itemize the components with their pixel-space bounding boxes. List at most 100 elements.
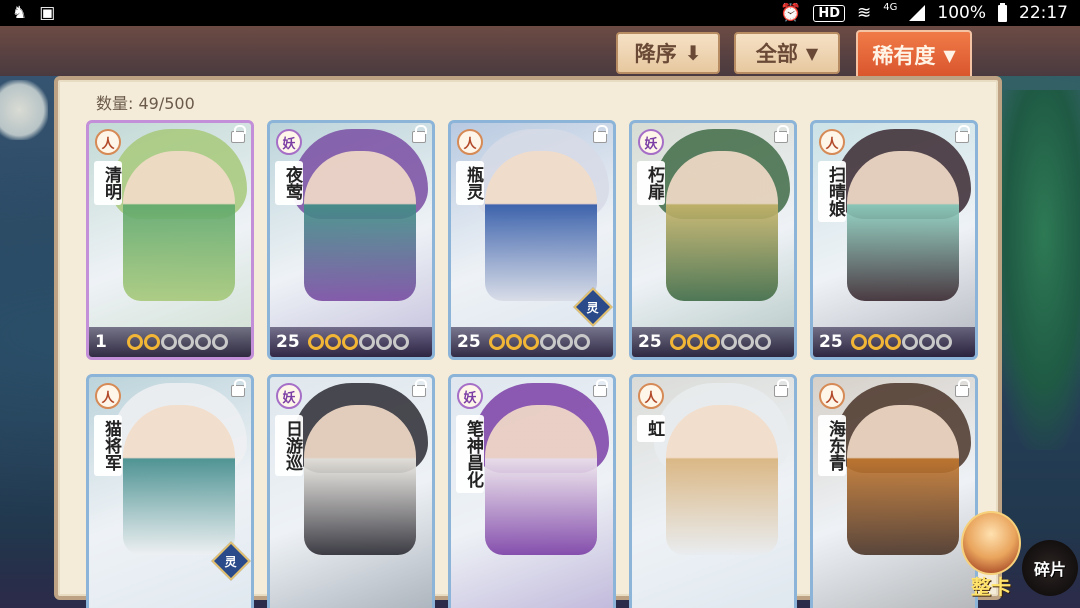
lock-icon[interactable] [774,125,789,143]
star-icon [687,334,703,350]
type-badge: 人 [819,383,845,409]
ling-label: 灵 [586,300,600,315]
signal-icon [909,5,926,21]
card-footer: 25 [813,327,975,357]
star-icon [704,334,720,350]
type-badge: 人 [95,129,121,155]
card-portrait-art [632,377,794,608]
lock-icon[interactable] [955,379,970,397]
shikigami-card[interactable]: 妖朽扉 25 [629,120,797,360]
type-badge: 妖 [276,129,302,155]
star-icon [721,334,737,350]
hd-badge: HD [813,4,846,22]
shikigami-card[interactable]: 人瓶灵灵 25 [448,120,616,360]
card-count-label: 数量: [96,94,134,113]
star-icon [161,334,177,350]
star-icon [919,334,935,350]
shikigami-card[interactable]: 人扫晴娘 25 [810,120,978,360]
shikigami-card[interactable]: 妖夜莺 25 [267,120,435,360]
star-icon [885,334,901,350]
portrait-body [847,405,959,555]
sort-order-label: 降序 [634,42,677,66]
lock-icon[interactable] [593,379,608,397]
type-badge: 妖 [276,383,302,409]
card-name: 朽扉 [637,161,665,205]
card-name: 虹 [637,415,665,442]
card-level: 1 [95,332,107,352]
chevron-down-icon: ▼ [943,45,956,65]
star-icon [195,334,211,350]
card-name: 扫晴娘 [818,161,846,222]
star-icon [376,334,392,350]
star-icon [523,334,539,350]
star-icon [574,334,590,350]
star-icon [738,334,754,350]
lock-icon[interactable] [774,379,789,397]
mascot-icon [961,511,1021,575]
chevron-down-icon: ▼ [805,43,819,63]
shikigami-card[interactable]: 人清明 1 [86,120,254,360]
card-portrait-art [813,123,975,357]
battery-icon [998,2,1007,22]
ling-label: 灵 [224,554,238,569]
card-grid: 人清明 1 妖夜莺 25 人瓶灵灵 25 妖朽扉 25 人扫晴娘 25 人猫将军灵妖日游巡妖笔神昌化… [86,120,978,608]
lock-icon[interactable] [231,379,246,397]
lock-icon[interactable] [412,125,427,143]
star-icon [127,334,143,350]
portrait-body [485,151,597,301]
card-portrait-art [813,377,975,608]
lock-icon[interactable] [955,125,970,143]
star-icon [851,334,867,350]
fragments-button[interactable]: 碎片 [1022,540,1078,596]
portrait-body [123,151,235,301]
rarity-sort-button[interactable]: 稀有度 ▼ [856,30,972,80]
background-lantern [0,80,48,140]
portrait-body [847,151,959,301]
star-icon [359,334,375,350]
type-badge: 人 [819,129,845,155]
type-badge: 妖 [457,383,483,409]
card-name: 猫将军 [94,415,122,476]
shikigami-card[interactable]: 人猫将军灵 [86,374,254,608]
card-portrait-art [270,123,432,357]
notification-icon: ♞ [12,3,28,23]
card-name: 日游巡 [275,415,303,476]
card-count: 数量: 49/500 [96,90,195,114]
type-badge: 妖 [638,129,664,155]
portrait-body [666,405,778,555]
alarm-icon: ⏰ [780,3,802,23]
star-icon [393,334,409,350]
card-level: 25 [276,332,300,352]
status-bar-left: ♞ ▣ [12,3,55,23]
star-icon [325,334,341,350]
filter-button[interactable]: 全部 ▼ [734,32,840,74]
portrait-body [304,151,416,301]
lock-icon[interactable] [231,125,246,143]
lock-icon[interactable] [593,125,608,143]
star-icon [902,334,918,350]
lock-icon[interactable] [412,379,427,397]
star-icon [144,334,160,350]
star-icon [868,334,884,350]
type-badge: 人 [638,383,664,409]
network-label: 4G [883,1,898,13]
arrow-down-icon: ⬇ [684,41,702,65]
star-icon [755,334,771,350]
type-badge: 人 [457,129,483,155]
star-icon [342,334,358,350]
fragments-label: 碎片 [1033,560,1066,579]
shikigami-card[interactable]: 人虹 [629,374,797,608]
portrait-body [304,405,416,555]
battery-percent: 100% [937,3,986,23]
card-name: 笔神昌化 [456,415,484,493]
sort-order-button[interactable]: 降序 ⬇ [616,32,720,74]
portrait-body [123,405,235,555]
star-icon [212,334,228,350]
card-name: 瓶灵 [456,161,484,205]
card-count-value: 49/500 [138,94,195,113]
star-rating [308,334,409,350]
star-icon [308,334,324,350]
shikigami-card[interactable]: 妖笔神昌化 [448,374,616,608]
shikigami-card[interactable]: 妖日游巡 [267,374,435,608]
whole-card-button[interactable]: 整卡 [952,496,1030,600]
